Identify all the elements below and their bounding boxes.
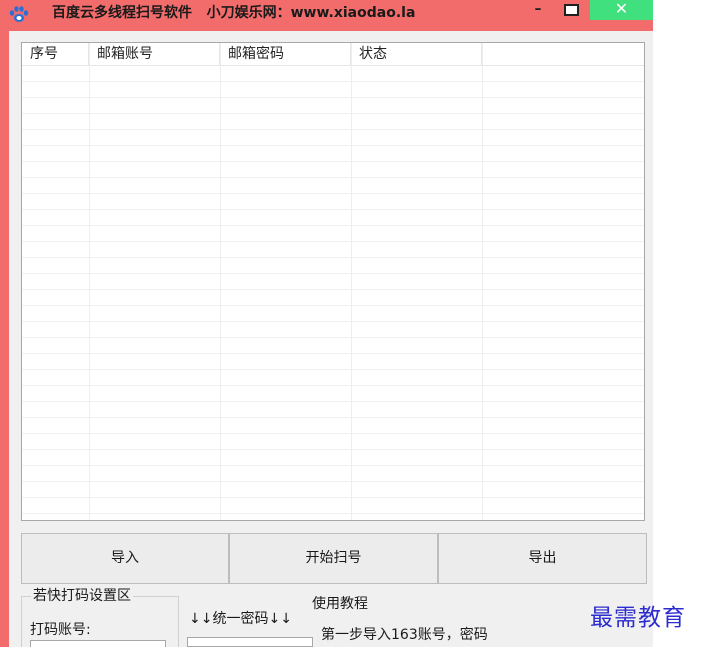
import-button[interactable]: 导入 [21, 533, 229, 584]
column-divider [89, 43, 90, 520]
column-divider [351, 43, 352, 520]
title-bar[interactable]: 百度云多线程扫号软件 小刀娱乐网：www.xiaodao.la – ✕ [0, 0, 653, 27]
tutorial-title: 使用教程 [312, 596, 368, 612]
column-header-email[interactable]: 邮箱账号 [89, 43, 220, 65]
captcha-account-label: 打码账号: [30, 622, 91, 638]
maximize-icon [563, 4, 579, 16]
column-header-index[interactable]: 序号 [22, 43, 89, 65]
column-header-status[interactable]: 状态 [351, 43, 482, 65]
column-divider [482, 43, 483, 520]
column-divider [220, 43, 221, 520]
captcha-settings-title: 若快打码设置区 [31, 585, 133, 605]
close-button[interactable]: ✕ [590, 0, 653, 20]
client-area: 序号 邮箱账号 邮箱密码 状态 导入 开始扫号 导出 若快打码设置区 打码账号:… [9, 31, 653, 647]
column-header-filler [482, 43, 644, 65]
watermark-logo: 最需教育 [590, 605, 686, 631]
start-scan-button[interactable]: 开始扫号 [229, 533, 438, 584]
list-rows-area[interactable] [22, 66, 644, 520]
captcha-account-input[interactable] [30, 640, 166, 647]
app-window: 百度云多线程扫号软件 小刀娱乐网：www.xiaodao.la – ✕ 序号 邮… [0, 0, 653, 647]
minimize-button[interactable]: – [523, 0, 553, 20]
tutorial-step-1: 第一步导入163账号，密码 [321, 627, 488, 643]
unified-password-input[interactable] [187, 637, 313, 647]
paw-icon [8, 4, 30, 24]
window-title: 百度云多线程扫号软件 小刀娱乐网：www.xiaodao.la [52, 5, 416, 21]
list-header: 序号 邮箱账号 邮箱密码 状态 [22, 43, 644, 66]
export-button[interactable]: 导出 [438, 533, 647, 584]
column-header-password[interactable]: 邮箱密码 [220, 43, 351, 65]
unified-password-label: ↓↓统一密码↓↓ [189, 611, 292, 627]
maximize-button[interactable] [556, 0, 586, 20]
account-list[interactable]: 序号 邮箱账号 邮箱密码 状态 [21, 42, 645, 521]
